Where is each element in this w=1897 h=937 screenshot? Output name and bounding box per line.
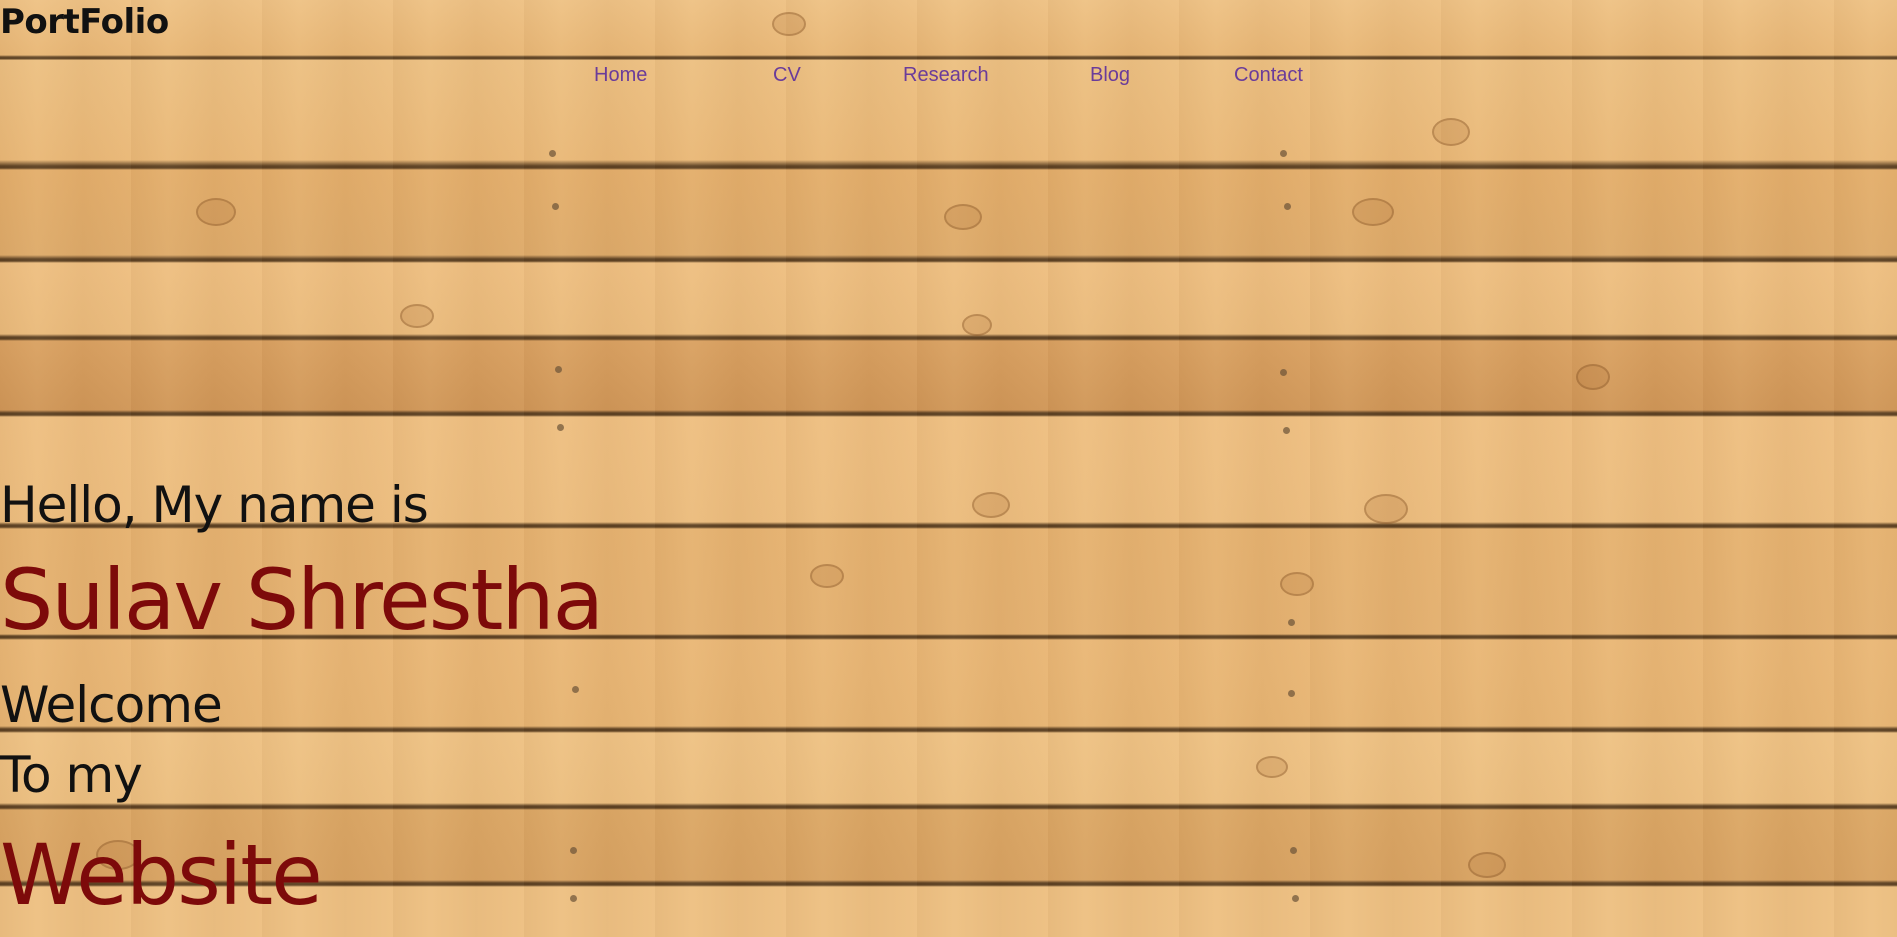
nail-decoration: [572, 686, 579, 693]
wood-knot: [944, 204, 982, 230]
nail-decoration: [1280, 369, 1287, 376]
nail-decoration: [1290, 847, 1297, 854]
nail-decoration: [1292, 895, 1299, 902]
hero-website-text: Website: [0, 826, 323, 924]
main-nav: Home CV Research Blog Contact: [0, 60, 1897, 90]
wood-knot: [1352, 198, 1394, 226]
wood-knot: [1576, 364, 1610, 390]
nail-decoration: [557, 424, 564, 431]
wood-knot: [196, 198, 236, 226]
wood-plank-background: [0, 0, 1897, 937]
nail-decoration: [570, 847, 577, 854]
hero-greeting: Hello, My name is: [0, 476, 429, 534]
hero-to-my-text: To my: [0, 746, 143, 804]
nav-link-blog[interactable]: Blog: [1090, 60, 1130, 90]
wood-knot: [1468, 852, 1506, 878]
nail-decoration: [1284, 203, 1291, 210]
nav-link-contact[interactable]: Contact: [1234, 60, 1303, 90]
hero-name: Sulav Shrestha: [0, 551, 604, 649]
nav-link-home[interactable]: Home: [594, 60, 647, 90]
wood-knot: [972, 492, 1010, 518]
nail-decoration: [555, 366, 562, 373]
nail-decoration: [570, 895, 577, 902]
site-logo[interactable]: PortFolio: [0, 0, 169, 44]
nav-link-research[interactable]: Research: [903, 60, 989, 90]
wood-knot: [772, 12, 806, 36]
wood-knot: [810, 564, 844, 588]
nail-decoration: [552, 203, 559, 210]
wood-knot: [1432, 118, 1470, 146]
nail-decoration: [1288, 690, 1295, 697]
wood-knot: [1280, 572, 1314, 596]
nail-decoration: [1280, 150, 1287, 157]
wood-knot: [962, 314, 992, 336]
nail-decoration: [1283, 427, 1290, 434]
wood-knot: [1256, 756, 1288, 778]
nail-decoration: [549, 150, 556, 157]
wood-knot: [1364, 494, 1408, 524]
wood-knot: [400, 304, 434, 328]
nav-link-cv[interactable]: CV: [773, 60, 801, 90]
nail-decoration: [1288, 619, 1295, 626]
hero-welcome-text: Welcome: [0, 676, 223, 734]
